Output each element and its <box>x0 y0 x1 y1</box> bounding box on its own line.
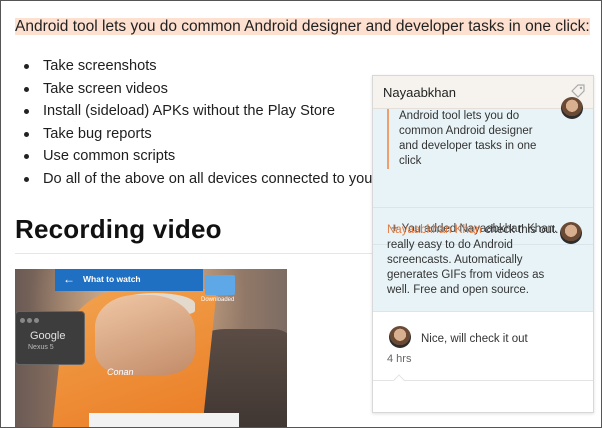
divider <box>373 207 593 208</box>
list-item: Take screen videos <box>23 78 372 101</box>
list-item: Do all of the above on all devices conne… <box>23 168 372 191</box>
tag-icon[interactable] <box>571 84 585 98</box>
reply-block: Nice, will check it out 4 hrs <box>373 311 593 412</box>
quoted-text: Android tool lets you do common Android … <box>387 109 537 169</box>
reply-text: Nice, will check it out <box>421 333 528 345</box>
page-frame: Android tool lets you do common Android … <box>0 0 602 428</box>
avatar <box>389 326 411 348</box>
comment-text: Nayaabkhan Khan check this out. really e… <box>387 223 559 298</box>
reply-timestamp: 4 hrs <box>387 353 412 365</box>
folder-label: Downloaded <box>201 297 235 303</box>
comment-user-name: Nayaabkhan <box>383 85 456 100</box>
list-item: Install (sideload) APKs without the Play… <box>23 100 372 123</box>
show-title: Conan <box>107 367 134 377</box>
list-item: Take bug reports <box>23 123 372 146</box>
app-bar-title: What to watch <box>83 274 141 284</box>
screenshot-footer <box>89 413 239 427</box>
list-item: Take screenshots <box>23 55 372 78</box>
feature-list: Take screenshots Take screen videos Inst… <box>23 55 372 191</box>
avatar <box>561 97 583 119</box>
reply-notch <box>393 374 405 386</box>
back-arrow-icon: ← <box>63 272 75 286</box>
divider <box>373 380 593 381</box>
comments-header: Nayaabkhan <box>373 76 593 109</box>
app-bar: ← What to watch <box>55 269 203 291</box>
device-window: Google Nexus 5 <box>15 311 85 365</box>
list-item: Use common scripts <box>23 145 372 168</box>
person-face <box>95 295 195 375</box>
embedded-screenshot-image: ← What to watch Downloaded Google Nexus … <box>15 269 287 427</box>
avatar <box>560 222 582 244</box>
window-controls <box>20 316 41 325</box>
highlighted-text[interactable]: Android tool lets you do common Android … <box>15 18 590 35</box>
comments-panel: Nayaabkhan Android tool lets you do comm… <box>372 75 594 413</box>
folder-icon <box>205 275 235 295</box>
section-heading: Recording video <box>15 214 222 244</box>
device-model: Nexus 5 <box>28 344 54 351</box>
intro-paragraph: Android tool lets you do common Android … <box>15 17 590 37</box>
device-name: Google <box>30 330 66 342</box>
divider <box>15 253 375 254</box>
comment-author[interactable]: Nayaabkhan Khan <box>387 224 482 236</box>
